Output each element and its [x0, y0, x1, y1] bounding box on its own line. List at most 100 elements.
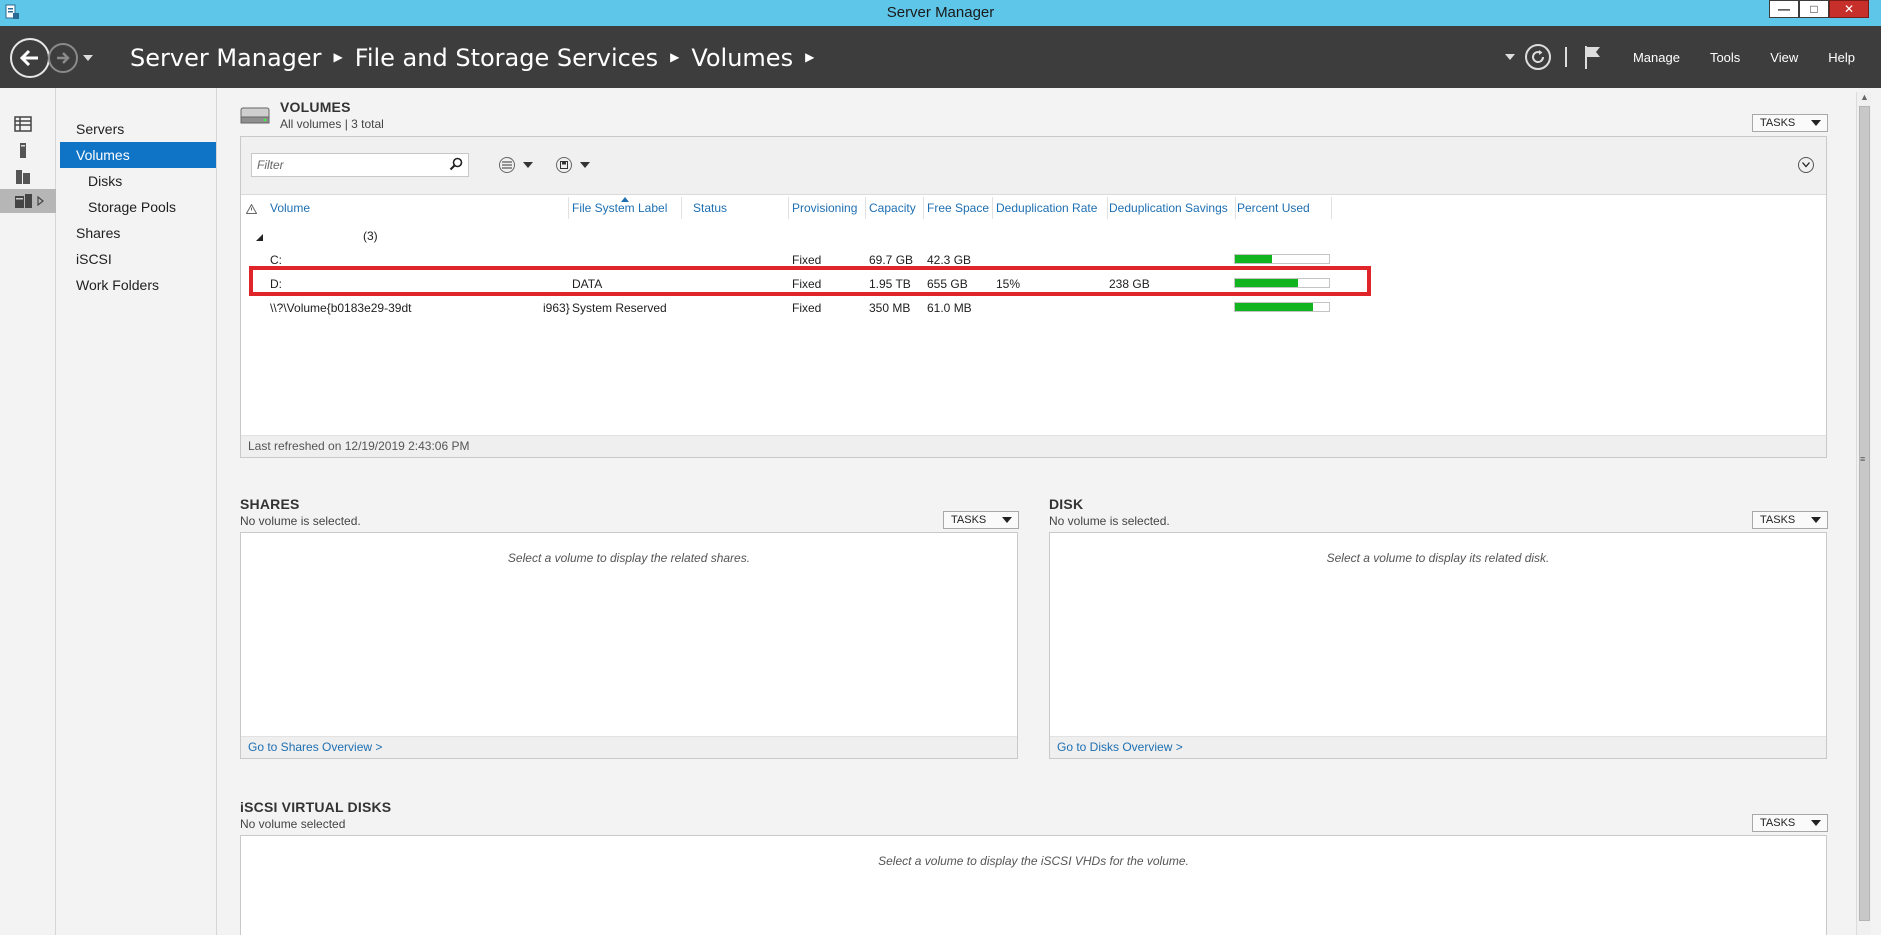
breadcrumb-server-manager[interactable]: Server Manager [130, 44, 322, 72]
volumes-status-bar: Last refreshed on 12/19/2019 2:43:06 PM [241, 435, 1826, 457]
sidebar-item-servers[interactable]: Servers [57, 116, 216, 142]
column-divider[interactable] [1107, 197, 1108, 219]
cell-volume: C: [270, 253, 282, 267]
column-divider[interactable] [568, 197, 569, 219]
refresh-dropdown-icon[interactable] [1504, 54, 1515, 60]
column-divider[interactable] [923, 197, 924, 219]
column-free-space[interactable]: Free Space [927, 201, 989, 215]
disk-section-title: DISK [1049, 496, 1084, 512]
go-to-disks-overview-link[interactable]: Go to Disks Overview > [1057, 740, 1183, 754]
iscsi-panel: Select a volume to display the iSCSI VHD… [240, 835, 1827, 935]
iscsi-tasks-button[interactable]: TASKS [1752, 814, 1828, 832]
window-title: Server Manager [886, 4, 995, 21]
column-capacity[interactable]: Capacity [869, 201, 916, 215]
group-collapse-icon[interactable] [256, 234, 263, 241]
tasks-label: TASKS [1760, 117, 1796, 129]
shares-empty-message: Select a volume to display the related s… [507, 551, 751, 565]
cell-free-space: 42.3 GB [927, 253, 972, 267]
expand-collapse-button[interactable] [1798, 157, 1814, 173]
column-divider[interactable] [992, 197, 993, 219]
rail-file-storage-services[interactable] [0, 189, 56, 213]
header-bar: Server Manager ▶ File and Storage Servic… [0, 26, 1881, 88]
vertical-scrollbar[interactable]: ▲ ≡ [1856, 92, 1871, 935]
icon-rail [0, 88, 56, 935]
breadcrumb-separator-icon: ▶ [333, 50, 343, 64]
volumes-toolbar: Filter [241, 137, 1826, 195]
iscsi-section-subtitle: No volume selected [240, 817, 346, 831]
tasks-dropdown-icon [1811, 820, 1821, 826]
view-menu[interactable]: View [1770, 50, 1798, 65]
cell-capacity: 350 MB [869, 301, 911, 315]
view-options-button[interactable] [499, 157, 533, 173]
notifications-flag-icon[interactable] [1583, 44, 1603, 70]
column-deduplication-savings[interactable]: Deduplication Savings [1109, 201, 1228, 215]
table-row[interactable]: \\?\Volume{b0183e29-39dt i963} System Re… [249, 297, 1349, 317]
iscsi-empty-message: Select a volume to display the iSCSI VHD… [878, 854, 1189, 868]
column-file-system-label[interactable]: File System Label [572, 201, 667, 215]
chevron-down-icon [1802, 162, 1810, 168]
rail-local-server[interactable] [0, 138, 56, 162]
save-query-icon [556, 157, 572, 173]
sidebar-item-storage-pools[interactable]: Storage Pools [57, 194, 216, 220]
refresh-icon [1531, 50, 1544, 63]
sidebar-item-shares[interactable]: Shares [57, 220, 216, 246]
back-button[interactable] [10, 38, 50, 78]
breadcrumb-volumes[interactable]: Volumes [691, 44, 793, 72]
manage-menu[interactable]: Manage [1633, 50, 1680, 65]
scrollbar-thumb[interactable] [1859, 106, 1870, 921]
breadcrumb-file-storage-services[interactable]: File and Storage Services [355, 44, 658, 72]
header-divider [1564, 47, 1567, 67]
column-divider[interactable] [865, 197, 866, 219]
forward-button[interactable] [48, 43, 78, 73]
cell-label: System Reserved [572, 301, 667, 315]
tools-menu[interactable]: Tools [1710, 50, 1740, 65]
filter-input[interactable]: Filter [251, 153, 469, 177]
search-icon[interactable] [449, 157, 463, 171]
sidebar-item-volumes[interactable]: Volumes [60, 142, 216, 168]
cell-volume: \\?\Volume{b0183e29-39dt [270, 301, 412, 315]
column-divider[interactable] [681, 197, 682, 219]
sidebar-nav: Servers Volumes Disks Storage Pools Shar… [57, 88, 217, 935]
column-volume[interactable]: Volume [270, 201, 310, 215]
disk-section-subtitle: No volume is selected. [1049, 514, 1170, 528]
column-divider[interactable] [1235, 197, 1236, 219]
shares-panel: Select a volume to display the related s… [240, 532, 1018, 759]
maximize-button[interactable]: □ [1799, 0, 1829, 18]
shares-tasks-button[interactable]: TASKS [943, 511, 1019, 529]
tasks-label: TASKS [951, 514, 987, 526]
close-button[interactable]: ✕ [1829, 0, 1869, 18]
rail-all-servers[interactable] [0, 164, 56, 188]
help-menu[interactable]: Help [1828, 50, 1855, 65]
disk-tasks-button[interactable]: TASKS [1752, 511, 1828, 529]
view-options-dropdown-icon [523, 162, 533, 168]
column-status[interactable]: Status [693, 201, 727, 215]
column-divider[interactable] [788, 197, 789, 219]
volumes-tasks-button[interactable]: TASKS [1752, 114, 1828, 132]
column-deduplication-rate[interactable]: Deduplication Rate [996, 201, 1097, 215]
column-provisioning[interactable]: Provisioning [792, 201, 857, 215]
tasks-label: TASKS [1760, 514, 1796, 526]
sidebar-item-work-folders[interactable]: Work Folders [57, 272, 216, 298]
column-percent-used[interactable]: Percent Used [1237, 201, 1310, 215]
history-dropdown-icon[interactable] [82, 54, 94, 62]
tasks-label: TASKS [1760, 817, 1796, 829]
warning-column-icon[interactable] [246, 204, 257, 214]
percent-used-bar [1234, 254, 1330, 264]
rail-dashboard[interactable] [0, 112, 56, 136]
column-divider[interactable] [1331, 197, 1332, 219]
minimize-button[interactable]: — [1769, 0, 1799, 18]
forward-arrow-icon [57, 52, 70, 64]
breadcrumb-separator-icon[interactable]: ▶ [805, 50, 814, 64]
refresh-button[interactable] [1524, 44, 1551, 70]
save-query-button[interactable] [556, 157, 590, 173]
volumes-drive-icon [240, 107, 270, 124]
shares-footer: Go to Shares Overview > [241, 736, 1017, 758]
group-count[interactable]: (3) [363, 229, 378, 243]
sidebar-item-disks[interactable]: Disks [57, 168, 216, 194]
volumes-section-subtitle: All volumes | 3 total [280, 117, 384, 131]
sidebar-item-iscsi[interactable]: iSCSI [57, 246, 216, 272]
title-bar: Server Manager — □ ✕ [0, 0, 1881, 26]
cell-provisioning: Fixed [792, 253, 822, 267]
go-to-shares-overview-link[interactable]: Go to Shares Overview > [248, 740, 382, 754]
scroll-up-icon[interactable]: ▲ [1857, 92, 1872, 106]
